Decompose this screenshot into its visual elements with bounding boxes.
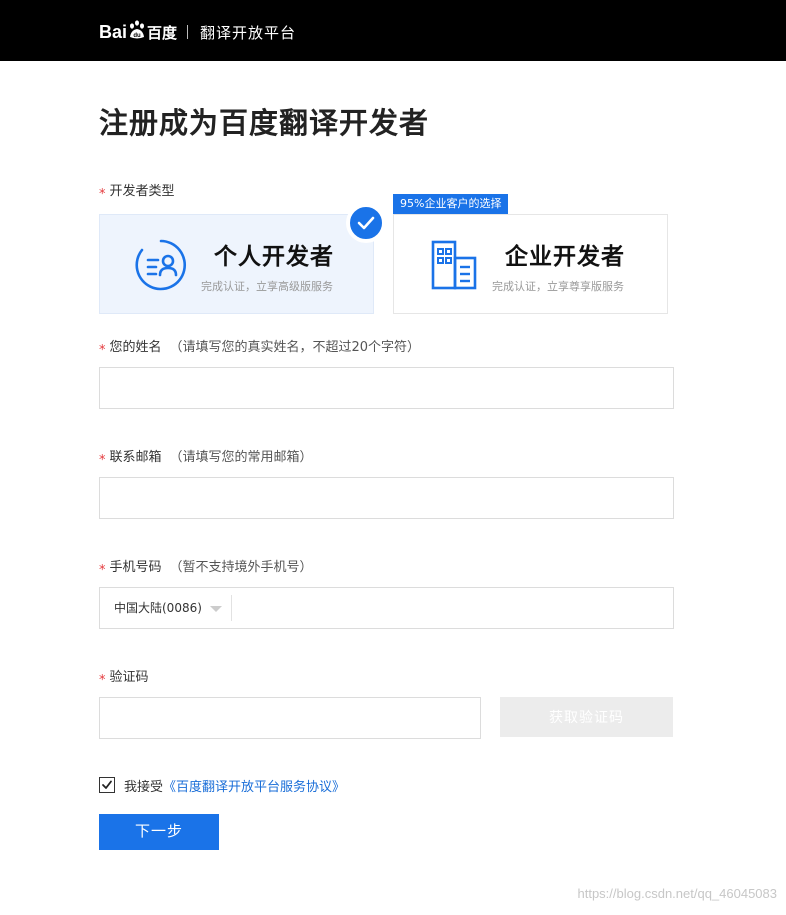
logo-baidu-text: 百度 [147, 23, 178, 42]
agreement-row: 我接受 《百度翻译开放平台服务协议》 [99, 776, 345, 795]
code-label-text: 验证码 [109, 670, 149, 685]
country-code-value: 中国大陆(0086) [114, 601, 202, 615]
name-label-text: 您的姓名 [109, 340, 162, 355]
chevron-down-icon [210, 606, 222, 612]
logo-divider [187, 25, 189, 39]
next-step-button[interactable]: 下一步 [99, 814, 219, 850]
agreement-prefix: 我接受 [124, 779, 164, 795]
enterprise-developer-card[interactable]: 企业开发者 完成认证，立享尊享版服务 [393, 214, 668, 314]
top-navigation-bar: Bai du 百度 翻译开放平台 [0, 0, 786, 61]
enterprise-developer-desc: 完成认证，立享尊享版服务 [492, 280, 624, 293]
country-code-select[interactable]: 中国大陆(0086) [100, 588, 232, 628]
phone-field-label: * 手机号码 （暂不支持境外手机号） [99, 556, 313, 578]
required-mark: * [99, 187, 106, 202]
code-field-label: * 验证码 [99, 666, 149, 688]
name-hint: （请填写您的真实姓名，不超过20个字符） [169, 340, 421, 355]
developer-type-label-text: 开发者类型 [109, 184, 175, 199]
required-mark: * [99, 673, 106, 688]
get-verification-code-button[interactable]: 获取验证码 [500, 697, 673, 737]
personal-developer-desc: 完成认证，立享高级版服务 [201, 280, 333, 293]
name-field-label: * 您的姓名 （请填写您的真实姓名，不超过20个字符） [99, 336, 421, 358]
phone-hint: （暂不支持境外手机号） [169, 560, 313, 575]
baidu-translate-logo[interactable]: Bai du 百度 翻译开放平台 [99, 18, 296, 46]
watermark-text: https://blog.csdn.net/qq_46045083 [577, 886, 778, 901]
agreement-checkbox[interactable] [99, 777, 115, 793]
logo-bai-text: Bai [99, 21, 128, 42]
required-mark: * [99, 453, 106, 468]
personal-id-icon [135, 239, 187, 291]
svg-text:du: du [133, 33, 141, 39]
building-icon [431, 240, 477, 290]
email-hint: （请填写您的常用邮箱） [169, 450, 313, 465]
personal-developer-title: 个人开发者 [214, 244, 334, 270]
name-input[interactable] [99, 367, 674, 409]
baidu-paw-icon: du [130, 20, 145, 39]
email-input[interactable] [99, 477, 674, 519]
email-field-label: * 联系邮箱 （请填写您的常用邮箱） [99, 446, 313, 468]
developer-type-label: * 开发者类型 [99, 180, 175, 202]
email-label-text: 联系邮箱 [109, 450, 162, 465]
enterprise-popular-badge: 95%企业客户的选择 [393, 194, 509, 214]
personal-developer-card[interactable]: 个人开发者 完成认证，立享高级版服务 [99, 214, 374, 314]
page-title: 注册成为百度翻译开发者 [99, 106, 430, 140]
phone-number-input[interactable] [233, 588, 673, 628]
checkmark-icon [102, 780, 112, 789]
platform-name: 翻译开放平台 [200, 23, 297, 42]
phone-divider [231, 595, 232, 621]
selected-check-icon [346, 203, 386, 243]
required-mark: * [99, 343, 106, 358]
verification-code-input[interactable] [99, 697, 481, 739]
required-mark: * [99, 563, 106, 578]
phone-field: 中国大陆(0086) [99, 587, 674, 629]
service-agreement-link[interactable]: 《百度翻译开放平台服务协议》 [163, 776, 345, 795]
enterprise-developer-title: 企业开发者 [505, 244, 625, 270]
phone-label-text: 手机号码 [109, 560, 162, 575]
